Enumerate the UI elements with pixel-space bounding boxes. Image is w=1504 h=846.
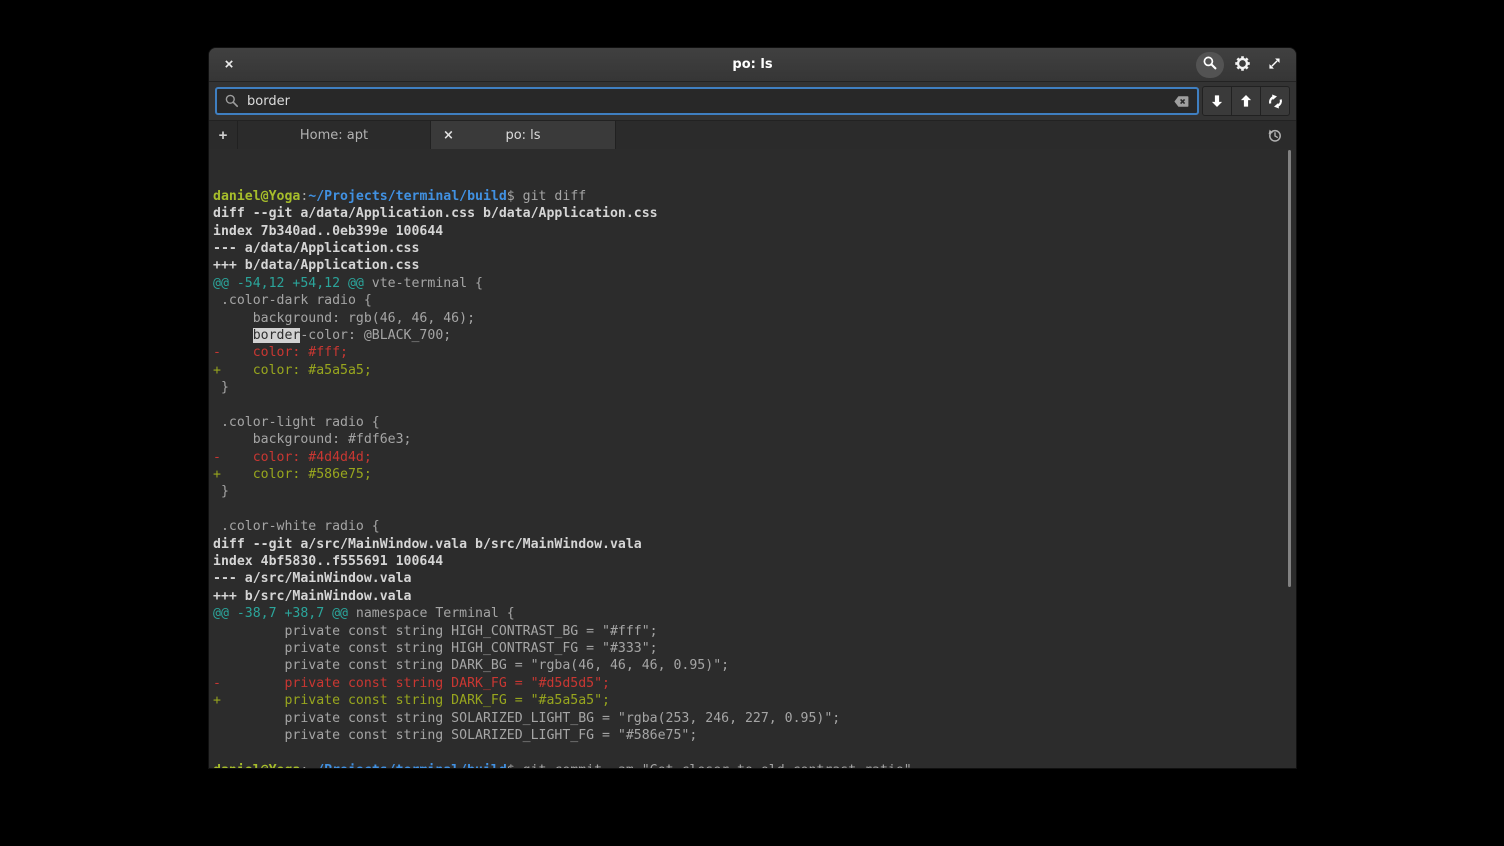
- fullscreen-button[interactable]: [1260, 52, 1288, 78]
- terminal-line: [213, 501, 1296, 518]
- terminal-line: [213, 397, 1296, 414]
- terminal-line: background: rgb(46, 46, 46);: [213, 310, 1296, 327]
- backspace-clear-icon: [1173, 94, 1190, 109]
- terminal-line: private const string HIGH_CONTRAST_BG = …: [213, 623, 1296, 640]
- terminal-line: + color: #a5a5a5;: [213, 362, 1296, 379]
- terminal-line: +++ b/data/Application.css: [213, 257, 1296, 274]
- terminal-line: - color: #fff;: [213, 344, 1296, 361]
- search-entry[interactable]: [215, 87, 1199, 115]
- cyclic-search-button[interactable]: [1260, 86, 1290, 116]
- tab-bar: + Home: apt × po: ls: [209, 121, 1296, 149]
- terminal-line: background: #fdf6e3;: [213, 431, 1296, 448]
- arrow-down-icon: [1209, 93, 1225, 109]
- search-icon: [1202, 55, 1218, 74]
- terminal-line: .color-dark radio {: [213, 292, 1296, 309]
- terminal-line: .color-white radio {: [213, 518, 1296, 535]
- terminal-line: private const string HIGH_CONTRAST_FG = …: [213, 640, 1296, 657]
- terminal-line: --- a/data/Application.css: [213, 240, 1296, 257]
- terminal-line: @@ -54,12 +54,12 @@ vte-terminal {: [213, 275, 1296, 292]
- tab-label: Home: apt: [300, 128, 368, 143]
- terminal-line: diff --git a/src/MainWindow.vala b/src/M…: [213, 536, 1296, 553]
- window-close-button[interactable]: ×: [217, 53, 241, 77]
- titlebar-actions: [1196, 52, 1288, 78]
- tab-bar-spacer: [616, 121, 1252, 149]
- terminal-line: +++ b/src/MainWindow.vala: [213, 588, 1296, 605]
- settings-button[interactable]: [1228, 52, 1256, 78]
- terminal-line: private const string SOLARIZED_LIGHT_FG …: [213, 727, 1296, 744]
- previous-match-button[interactable]: [1231, 86, 1261, 116]
- tab-home-apt[interactable]: Home: apt: [237, 121, 431, 149]
- terminal-line: .color-light radio {: [213, 414, 1296, 431]
- terminal-line: index 4bf5830..f555691 100644: [213, 553, 1296, 570]
- terminal-line: index 7b340ad..0eb399e 100644: [213, 223, 1296, 240]
- cyclic-arrows-icon: [1267, 93, 1284, 110]
- terminal-line: }: [213, 483, 1296, 500]
- terminal-line: diff --git a/data/Application.css b/data…: [213, 205, 1296, 222]
- terminal-window: × po: ls: [209, 48, 1296, 768]
- title-bar: × po: ls: [209, 48, 1296, 82]
- terminal-line: + private const string DARK_FG = "#a5a5a…: [213, 692, 1296, 709]
- arrow-up-icon: [1238, 93, 1254, 109]
- terminal-line: private const string DARK_BG = "rgba(46,…: [213, 657, 1296, 674]
- search-nav-buttons: [1202, 86, 1290, 116]
- terminal-line: - color: #4d4d4d;: [213, 449, 1296, 466]
- terminal-line: border-color: @BLACK_700;: [213, 327, 1296, 344]
- next-match-button[interactable]: [1202, 86, 1232, 116]
- terminal-line: daniel@Yoga:~/Projects/terminal/build$ g…: [213, 762, 1296, 768]
- gear-icon: [1234, 55, 1251, 75]
- terminal-line: --- a/src/MainWindow.vala: [213, 570, 1296, 587]
- search-bar: [209, 82, 1296, 121]
- tab-close-icon[interactable]: ×: [443, 129, 454, 142]
- magnifier-icon: [224, 93, 240, 109]
- search-toggle-button[interactable]: [1196, 52, 1224, 78]
- window-title: po: ls: [209, 57, 1296, 72]
- terminal-output: daniel@Yoga:~/Projects/terminal/build$ g…: [213, 188, 1296, 768]
- scrollbar-thumb[interactable]: [1288, 150, 1291, 587]
- terminal-line: - private const string DARK_FG = "#d5d5d…: [213, 675, 1296, 692]
- terminal-line: private const string SOLARIZED_LIGHT_BG …: [213, 710, 1296, 727]
- search-input[interactable]: [247, 94, 1166, 109]
- expand-arrows-icon: [1267, 56, 1282, 74]
- tab-po-ls[interactable]: × po: ls: [431, 121, 616, 149]
- new-tab-button[interactable]: +: [209, 121, 237, 149]
- terminal-viewport[interactable]: daniel@Yoga:~/Projects/terminal/build$ g…: [209, 149, 1296, 768]
- tab-label: po: ls: [505, 128, 540, 143]
- clear-search-button[interactable]: [1173, 94, 1190, 109]
- terminal-line: + color: #586e75;: [213, 466, 1296, 483]
- history-clock-icon: [1266, 127, 1283, 144]
- terminal-line: @@ -38,7 +38,7 @@ namespace Terminal {: [213, 605, 1296, 622]
- history-button[interactable]: [1252, 121, 1296, 149]
- terminal-line: [213, 744, 1296, 761]
- terminal-line: }: [213, 379, 1296, 396]
- terminal-line: daniel@Yoga:~/Projects/terminal/build$ g…: [213, 188, 1296, 205]
